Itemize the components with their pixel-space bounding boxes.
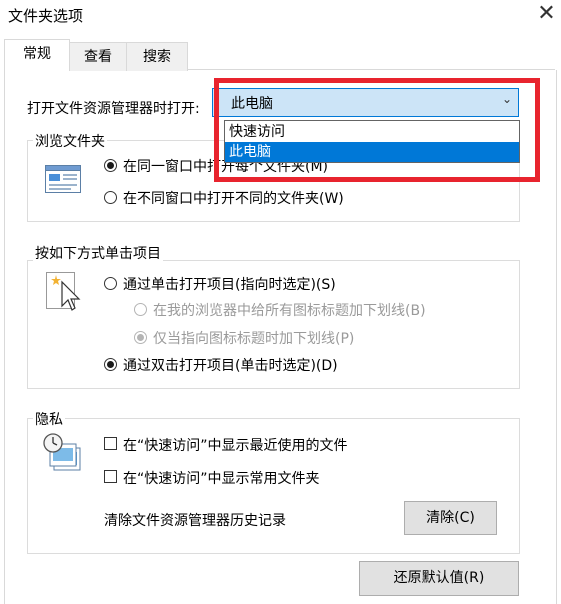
open-explorer-label: 打开文件资源管理器时打开: [27, 101, 200, 117]
folder-window-icon [45, 165, 81, 197]
privacy-title: 隐私 [33, 409, 65, 429]
checkbox-show-frequent-folders-label: 在“快速访问”中显示常用文件夹 [123, 471, 320, 487]
tab-general[interactable]: 常规 [4, 39, 70, 71]
clear-history-button[interactable]: 清除(C) [404, 501, 497, 535]
checkbox-show-recent-files[interactable] [104, 437, 117, 450]
radio-new-window[interactable] [104, 191, 117, 204]
clear-history-button-label: 清除(C) [426, 510, 475, 526]
tab-search[interactable]: 搜索 [126, 42, 188, 71]
radio-underline-all-label: 在我的浏览器中给所有图标标题加下划线(B) [153, 303, 426, 319]
checkbox-show-recent-files-label: 在“快速访问”中显示最近使用的文件 [123, 438, 348, 454]
red-highlight-box [214, 78, 540, 182]
restore-defaults-button[interactable]: 还原默认值(R) [359, 561, 519, 596]
radio-single-click[interactable] [104, 277, 117, 290]
radio-new-window-label: 在不同窗口中打开不同的文件夹(W) [123, 191, 344, 207]
tab-view-label: 查看 [84, 49, 112, 65]
pointer-click-icon [46, 272, 82, 318]
close-icon[interactable]: ✕ [532, 0, 561, 30]
tab-general-label: 常规 [23, 46, 51, 62]
privacy-history-icon [42, 432, 84, 476]
radio-same-window[interactable] [104, 159, 117, 172]
restore-defaults-button-label: 还原默认值(R) [393, 570, 485, 586]
radio-underline-point-label: 仅当指向图标标题时加下划线(P) [153, 331, 355, 347]
clear-history-label: 清除文件资源管理器历史记录 [104, 513, 286, 529]
radio-single-click-label: 通过单击打开项目(指向时选定)(S) [123, 277, 336, 293]
window-title: 文件夹选项 [8, 7, 84, 25]
browse-folders-title: 浏览文件夹 [33, 131, 107, 151]
radio-double-click-label: 通过双击打开项目(单击时选定)(D) [123, 358, 338, 374]
click-items-title: 按如下方式单击项目 [33, 243, 163, 263]
radio-underline-point[interactable] [134, 331, 147, 344]
radio-double-click[interactable] [104, 358, 117, 371]
radio-underline-all[interactable] [134, 303, 147, 316]
checkbox-show-frequent-folders[interactable] [104, 470, 117, 483]
title-bar: 文件夹选项 ✕ [0, 0, 561, 32]
tab-view[interactable]: 查看 [68, 42, 128, 71]
tab-search-label: 搜索 [143, 49, 171, 65]
